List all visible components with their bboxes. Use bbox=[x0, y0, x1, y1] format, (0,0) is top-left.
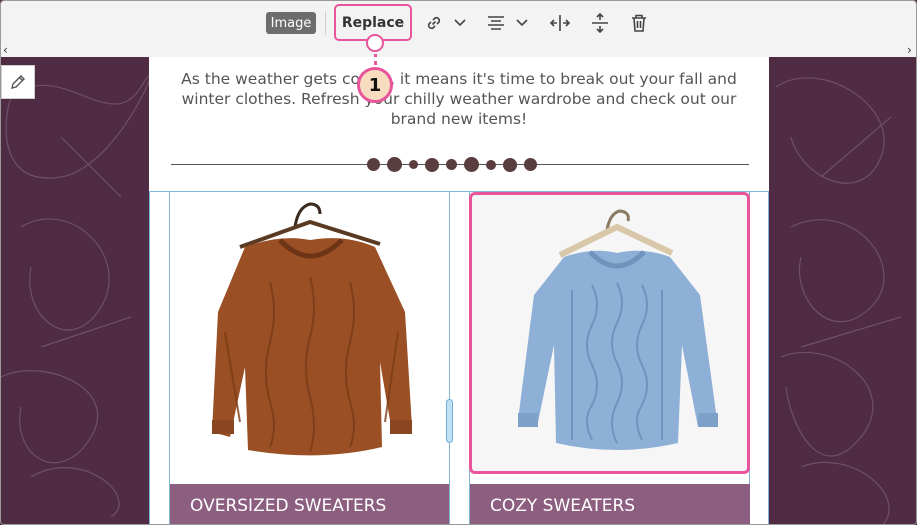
column-resize-handle[interactable] bbox=[446, 399, 453, 443]
editor-window: Image Replace ‹ › As the weather gets co bbox=[0, 0, 917, 525]
brown-sweater-illustration bbox=[212, 202, 412, 456]
link-icon[interactable] bbox=[424, 12, 444, 34]
image-toolbar: Image Replace bbox=[1, 1, 916, 46]
align-center-icon[interactable] bbox=[485, 12, 507, 34]
trash-icon[interactable] bbox=[628, 12, 650, 34]
toolbar-separator bbox=[325, 11, 326, 35]
scroll-right-icon[interactable]: › bbox=[907, 43, 912, 57]
product-image-cozy-sweater-selected[interactable] bbox=[469, 192, 750, 474]
column-guide bbox=[449, 191, 450, 524]
divider-dot bbox=[464, 157, 479, 172]
divider-dot bbox=[524, 158, 537, 171]
divider-dot bbox=[409, 160, 418, 169]
step-callout-badge: 1 bbox=[357, 67, 393, 103]
divider-dot bbox=[446, 159, 457, 170]
divider-dot bbox=[425, 157, 439, 172]
blue-sweater-illustration bbox=[518, 209, 718, 450]
link-menu-chevron-down-icon[interactable] bbox=[452, 12, 468, 34]
scroll-left-icon[interactable]: ‹ bbox=[3, 43, 8, 57]
horizontal-scrollbar[interactable] bbox=[1, 45, 916, 57]
intro-text[interactable]: As the weather gets colder, it means it'… bbox=[167, 69, 751, 129]
email-content-block: As the weather gets colder, it means it'… bbox=[149, 57, 769, 524]
divider-dot bbox=[486, 159, 496, 170]
product-image-oversized-sweater[interactable] bbox=[170, 192, 449, 484]
callout-anchor bbox=[366, 34, 384, 52]
edit-pencil-button[interactable] bbox=[1, 65, 35, 99]
resize-width-icon[interactable] bbox=[549, 12, 571, 34]
decorative-dots bbox=[367, 157, 537, 172]
image-tag: Image bbox=[266, 12, 316, 34]
divider-dot bbox=[503, 157, 517, 172]
pencil-icon bbox=[11, 75, 25, 89]
divider-dot bbox=[387, 157, 402, 172]
resize-height-icon[interactable] bbox=[589, 12, 611, 34]
divider-dot bbox=[367, 158, 380, 171]
caption-cozy-sweaters[interactable]: COZY SWEATERS bbox=[470, 484, 750, 524]
caption-oversized-sweaters[interactable]: OVERSIZED SWEATERS bbox=[170, 484, 449, 524]
align-menu-chevron-down-icon[interactable] bbox=[514, 12, 530, 34]
